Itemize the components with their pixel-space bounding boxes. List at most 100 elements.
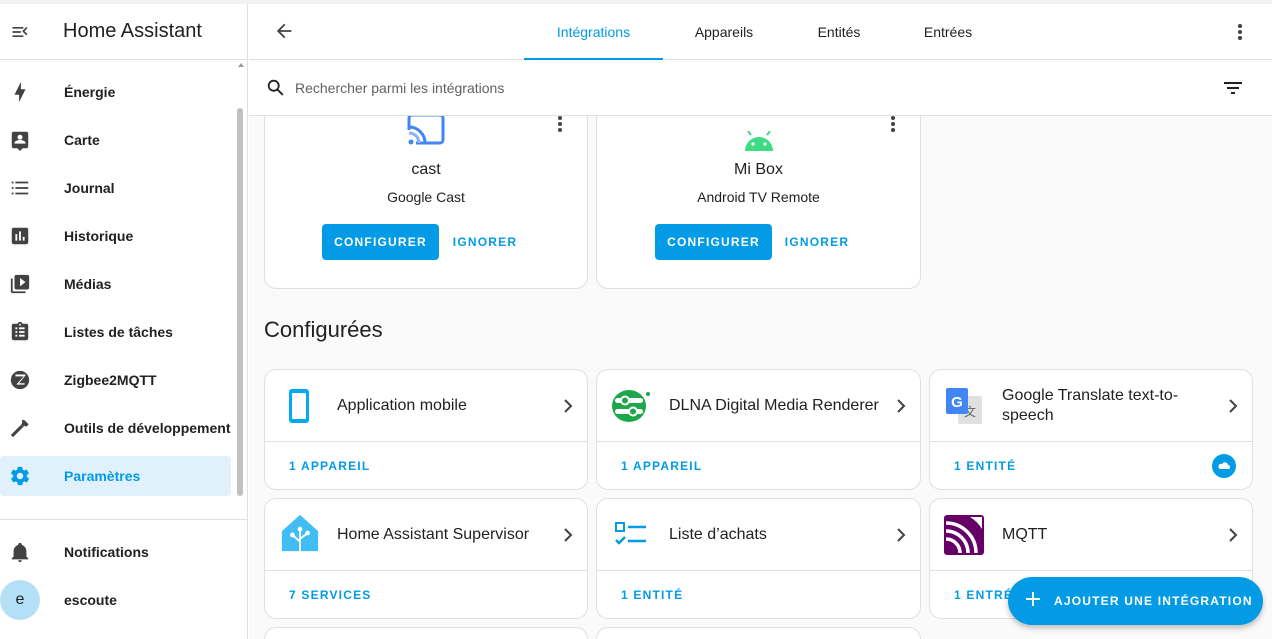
integrations-content: cast Google Cast CONFIGURER IGNORER Mi B… (249, 116, 1272, 639)
tab-bar: Intégrations Appareils Entités Entrées (524, 4, 1003, 60)
integration-card-partial[interactable] (596, 627, 921, 639)
configure-button[interactable]: CONFIGURER (322, 224, 439, 260)
integration-title: Liste d’achats (669, 526, 767, 543)
sidebar-item-profile[interactable]: e escoute (0, 580, 236, 620)
integration-title: Google Translate text-to-speech (1002, 387, 1179, 424)
add-integration-button[interactable]: AJOUTER UNE INTÉGRATION (1008, 577, 1263, 625)
integration-title: MQTT (1002, 526, 1048, 543)
tab-integrations[interactable]: Intégrations (524, 4, 663, 60)
card-menu-icon[interactable] (890, 116, 896, 138)
back-arrow-icon[interactable] (273, 20, 295, 47)
chevron-right-icon (563, 398, 573, 419)
sidebar-item-energie[interactable]: Énergie (0, 72, 236, 112)
cellphone-icon (279, 386, 319, 426)
sidebar-scroll-up-arrow[interactable] (238, 63, 244, 67)
add-integration-label: AJOUTER UNE INTÉGRATION (1054, 594, 1253, 608)
integration-title: DLNA Digital Media Renderer (669, 397, 879, 414)
sidebar-item-label: Carte (64, 132, 100, 148)
avatar: e (0, 580, 40, 620)
chevron-right-icon (1228, 398, 1238, 419)
discovered-card-cast: cast Google Cast CONFIGURER IGNORER (264, 116, 588, 289)
top-toolbar: Intégrations Appareils Entités Entrées (249, 4, 1272, 60)
integration-card-supervisor[interactable]: Home Assistant Supervisor 7 SERVICES (264, 498, 588, 619)
avatar-wrap: e (0, 580, 40, 620)
list-icon (0, 177, 40, 199)
sidebar-item-label: Listes de tâches (64, 324, 173, 340)
sidebar-item-journal[interactable]: Journal (0, 168, 236, 208)
sidebar-item-label: Énergie (64, 84, 116, 100)
plus-icon (1024, 590, 1042, 613)
sidebar-item-historique[interactable]: Historique (0, 216, 236, 256)
sidebar-bottom: Notifications e escoute (0, 532, 236, 628)
sidebar: Home Assistant Énergie Carte Journal His… (0, 4, 248, 639)
filter-icon[interactable] (1223, 80, 1243, 101)
sidebar-item-zigbee2mqtt[interactable]: Zigbee2MQTT (0, 360, 236, 400)
discovered-subtitle: Google Cast (387, 189, 465, 205)
sidebar-item-label: Historique (64, 228, 134, 244)
sidebar-divider (0, 519, 247, 520)
sidebar-item-carte[interactable]: Carte (0, 120, 236, 160)
sidebar-item-notifications[interactable]: Notifications (0, 532, 236, 572)
chevron-right-icon (1228, 527, 1238, 548)
integration-card-mobile-app[interactable]: Application mobile 1 APPAREIL (264, 369, 588, 490)
dlna-icon (611, 386, 651, 426)
hammer-icon (0, 417, 40, 439)
search-icon (265, 77, 287, 104)
sidebar-item-medias[interactable]: Médias (0, 264, 236, 304)
discovered-name: Mi Box (734, 161, 783, 178)
configured-section-title: Configurées (264, 317, 383, 342)
map-account-icon (0, 129, 40, 151)
integration-title: Home Assistant Supervisor (337, 526, 530, 543)
integration-card-google-translate[interactable]: 文G Google Translate text-to-speech 1 ENT… (929, 369, 1253, 490)
sidebar-item-label: Zigbee2MQTT (64, 372, 157, 388)
gear-icon (0, 465, 40, 487)
integration-footer-link[interactable]: 7 SERVICES (289, 588, 371, 602)
overflow-menu-icon[interactable] (1228, 20, 1252, 49)
integration-card-shopping-list[interactable]: Liste d’achats 1 ENTITÉ (596, 498, 921, 619)
sidebar-header: Home Assistant (0, 4, 247, 60)
main-panel: Intégrations Appareils Entités Entrées c… (249, 4, 1272, 639)
tab-entrees[interactable]: Entrées (893, 4, 1003, 60)
discovered-name: cast (411, 161, 441, 178)
cloud-icon (1212, 454, 1236, 478)
sidebar-item-label: escoute (64, 592, 117, 608)
integration-card-dlna[interactable]: DLNA Digital Media Renderer 1 APPAREIL (596, 369, 921, 490)
sidebar-item-label: Notifications (64, 544, 149, 560)
configure-button[interactable]: CONFIGURER (655, 224, 772, 260)
integration-title: Application mobile (337, 397, 467, 414)
ignore-button[interactable]: IGNORER (777, 224, 857, 260)
sidebar-scrollbar[interactable] (237, 108, 243, 496)
menu-collapse-icon[interactable] (0, 22, 40, 42)
app-title: Home Assistant (63, 20, 202, 42)
sidebar-item-listes-de-taches[interactable]: Listes de tâches (0, 312, 236, 352)
chevron-right-icon (563, 527, 573, 548)
discovered-card-mi-box: Mi Box Android TV Remote CONFIGURER IGNO… (596, 116, 921, 289)
integration-footer-link[interactable]: 1 ENTITÉ (954, 459, 1016, 473)
svg-text:G: G (951, 394, 963, 411)
search-input[interactable] (295, 76, 1095, 100)
card-menu-icon[interactable] (557, 116, 563, 138)
sidebar-item-label: Outils de développement (64, 420, 231, 436)
zigbee-icon (0, 369, 40, 391)
lightning-icon (0, 81, 40, 103)
tab-entites[interactable]: Entités (785, 4, 893, 60)
clipboard-list-icon (0, 321, 40, 343)
sidebar-item-outils-de-developpement[interactable]: Outils de développement (0, 408, 236, 448)
integration-footer-link[interactable]: 1 APPAREIL (621, 459, 702, 473)
sidebar-nav-list: Énergie Carte Journal Historique Médias … (0, 72, 236, 504)
ignore-button[interactable]: IGNORER (445, 224, 525, 260)
sidebar-item-label: Paramètres (64, 468, 141, 484)
sidebar-item-label: Journal (64, 180, 115, 196)
search-bar (249, 60, 1272, 116)
google-translate-icon: 文G (944, 386, 984, 426)
play-box-multiple-icon (0, 273, 40, 295)
tab-appareils[interactable]: Appareils (663, 4, 785, 60)
chevron-right-icon (896, 398, 906, 419)
integration-footer-link[interactable]: 1 ENTITÉ (621, 588, 683, 602)
checklist-icon (611, 515, 651, 555)
discovered-subtitle: Android TV Remote (697, 189, 820, 205)
sidebar-item-parametres[interactable]: Paramètres (0, 456, 231, 496)
chevron-right-icon (896, 527, 906, 548)
integration-card-partial[interactable] (264, 627, 588, 639)
integration-footer-link[interactable]: 1 APPAREIL (289, 459, 370, 473)
